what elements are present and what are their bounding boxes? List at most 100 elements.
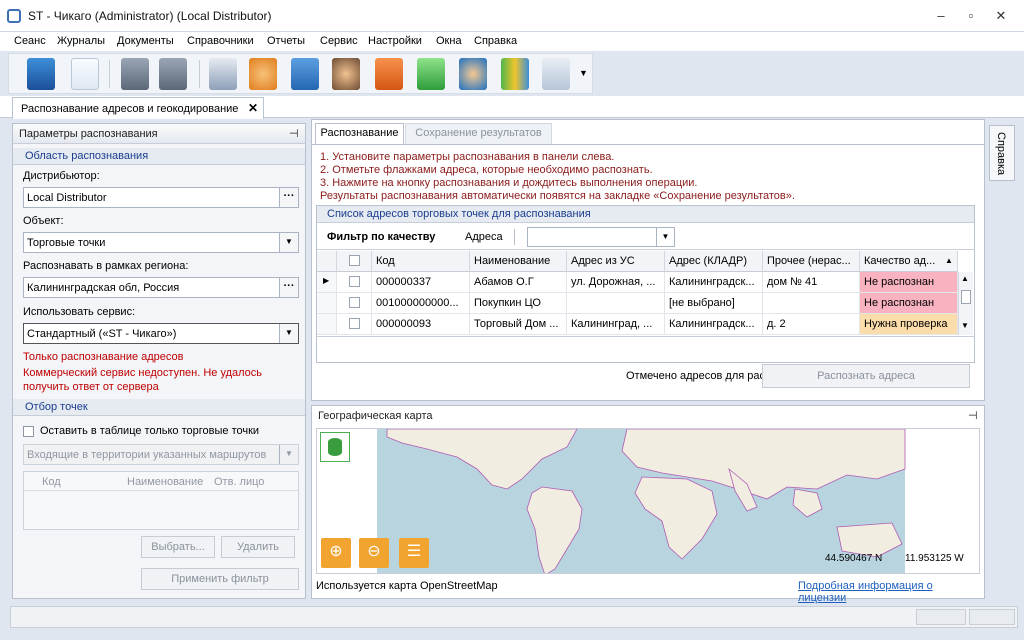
- cell-code[interactable]: 000000093: [372, 314, 470, 335]
- row-checkbox[interactable]: [349, 318, 360, 329]
- toolbar-overflow-icon[interactable]: ▼: [579, 68, 588, 78]
- map-canvas[interactable]: ⊕ ⊖ ☰ 44.590467 N 11.953125 W: [316, 428, 980, 574]
- routes-select[interactable]: Входящие в территории указанных маршруто…: [23, 444, 299, 465]
- cell-kladr[interactable]: Калининградск...: [665, 272, 763, 293]
- select-button[interactable]: Выбрать...: [141, 536, 215, 558]
- routes-value: Входящие в территории указанных маршруто…: [27, 449, 267, 461]
- row-checkbox-cell[interactable]: [337, 293, 372, 314]
- menu-help[interactable]: Справка: [474, 35, 517, 47]
- chevron-down-icon[interactable]: ▼: [279, 324, 298, 343]
- menu-journals[interactable]: Журналы: [57, 35, 105, 47]
- filter-tab-address[interactable]: Адреса: [465, 231, 503, 243]
- document-in-icon[interactable]: [121, 58, 149, 90]
- recognize-addresses-button[interactable]: Распознать адреса: [762, 364, 970, 388]
- ellipsis-button[interactable]: ···: [279, 188, 298, 207]
- chart-icon[interactable]: [501, 58, 529, 90]
- pin-icon[interactable]: ⊣: [968, 409, 978, 422]
- zoom-in-icon[interactable]: ⊕: [321, 538, 351, 568]
- tab-address-recognition[interactable]: Распознавание адресов и геокодирование ✕: [12, 97, 264, 119]
- row-indicator[interactable]: [317, 293, 337, 314]
- select-all-header[interactable]: [337, 251, 372, 272]
- region-field[interactable]: Калининградская обл, Россия ···: [23, 277, 299, 298]
- row-checkbox-cell[interactable]: [337, 272, 372, 293]
- select-all-checkbox[interactable]: [349, 255, 360, 266]
- document-out-icon[interactable]: [159, 58, 187, 90]
- list-icon[interactable]: ☰: [399, 538, 429, 568]
- cell-code[interactable]: 001000000000...: [372, 293, 470, 314]
- cell-other[interactable]: д. 2: [763, 314, 860, 335]
- cell-addr[interactable]: Калининград, ...: [567, 314, 665, 335]
- service-select[interactable]: Стандартный («ST - Чикаго») ▼: [23, 323, 299, 344]
- apply-filter-button[interactable]: Применить фильтр: [141, 568, 299, 590]
- users-icon[interactable]: [249, 58, 277, 90]
- calculator-icon[interactable]: [417, 58, 445, 90]
- tab-recognition[interactable]: Распознавание: [315, 123, 404, 144]
- distributor-field[interactable]: Local Distributor ···: [23, 187, 299, 208]
- maximize-button[interactable]: ▫: [958, 6, 984, 26]
- cell-name[interactable]: Покупкин ЦО: [470, 293, 567, 314]
- col-quality[interactable]: Качество ад... ▲: [860, 251, 958, 272]
- col-other-label: Прочее (нерас...: [767, 255, 851, 267]
- checklist-icon[interactable]: [71, 58, 99, 90]
- menu-references[interactable]: Справочники: [187, 35, 254, 47]
- cell-kladr[interactable]: Калининградск...: [665, 314, 763, 335]
- col-address-kladr[interactable]: Адрес (КЛАДР): [665, 251, 763, 272]
- cell-code[interactable]: 000000337: [372, 272, 470, 293]
- chevron-down-icon[interactable]: ▼: [656, 228, 674, 246]
- zoom-out-icon[interactable]: ⊖: [359, 538, 389, 568]
- menu-session[interactable]: Сеанс: [14, 35, 46, 47]
- menu-windows[interactable]: Окна: [436, 35, 462, 47]
- layers-button[interactable]: [320, 432, 350, 462]
- keep-only-checkbox[interactable]: [23, 426, 34, 437]
- truck-icon[interactable]: [209, 58, 237, 90]
- object-select[interactable]: Торговые точки ▼: [23, 232, 299, 253]
- person-icon[interactable]: [459, 58, 487, 90]
- col-other[interactable]: Прочее (нерас...: [763, 251, 860, 272]
- agent-icon[interactable]: [332, 58, 360, 90]
- cell-quality[interactable]: Не распознан: [860, 293, 958, 314]
- box-icon[interactable]: [375, 58, 403, 90]
- cell-name[interactable]: Абамов О.Г: [470, 272, 567, 293]
- address-filter-select[interactable]: ▼: [527, 227, 675, 247]
- network-icon[interactable]: [542, 58, 570, 90]
- close-tab-icon[interactable]: ✕: [248, 101, 258, 115]
- col-address-us[interactable]: Адрес из УС: [567, 251, 665, 272]
- filter-tab-quality[interactable]: Фильтр по качеству: [327, 231, 435, 243]
- chevron-down-icon[interactable]: ▼: [279, 445, 298, 464]
- row-checkbox[interactable]: [349, 276, 360, 287]
- close-button[interactable]: ✕: [988, 6, 1014, 26]
- scroll-up-icon[interactable]: ▲: [961, 274, 969, 283]
- cell-name[interactable]: Торговый Дом ...: [470, 314, 567, 335]
- scroll-thumb[interactable]: [961, 290, 971, 304]
- minimize-button[interactable]: ‒: [928, 6, 954, 26]
- cell-code-text: 000000337: [376, 276, 432, 288]
- row-checkbox-cell[interactable]: [337, 314, 372, 335]
- row-indicator[interactable]: ▶: [317, 272, 337, 293]
- house-icon[interactable]: [291, 58, 319, 90]
- pin-icon[interactable]: ⊣: [289, 127, 299, 140]
- menu-reports[interactable]: Отчеты: [267, 35, 305, 47]
- row-indicator[interactable]: [317, 314, 337, 335]
- cell-kladr[interactable]: [не выбрано]: [665, 293, 763, 314]
- menu-documents[interactable]: Документы: [117, 35, 174, 47]
- col-name[interactable]: Наименование: [470, 251, 567, 272]
- row-checkbox[interactable]: [349, 297, 360, 308]
- cell-quality[interactable]: Нужна проверка: [860, 314, 958, 335]
- cell-other[interactable]: [763, 293, 860, 314]
- cell-quality[interactable]: Не распознан: [860, 272, 958, 293]
- scroll-down-icon[interactable]: ▼: [961, 321, 969, 330]
- menu-settings[interactable]: Настройки: [368, 35, 422, 47]
- cell-addr[interactable]: ул. Дорожная, ...: [567, 272, 665, 293]
- cell-other[interactable]: дом № 41: [763, 272, 860, 293]
- delete-button[interactable]: Удалить: [221, 536, 295, 558]
- help-side-tab[interactable]: Справка: [989, 125, 1015, 181]
- ellipsis-button[interactable]: ···: [279, 278, 298, 297]
- chevron-down-icon[interactable]: ▼: [279, 233, 298, 252]
- cell-addr[interactable]: [567, 293, 665, 314]
- license-link[interactable]: Подробная информация о лицензии: [798, 580, 984, 604]
- tab-save-results[interactable]: Сохранение результатов: [405, 123, 552, 144]
- grid-scrollbar[interactable]: ▲ ▼: [958, 272, 973, 335]
- book-icon[interactable]: [27, 58, 55, 90]
- menu-service[interactable]: Сервис: [320, 35, 358, 47]
- col-code[interactable]: Код: [372, 251, 470, 272]
